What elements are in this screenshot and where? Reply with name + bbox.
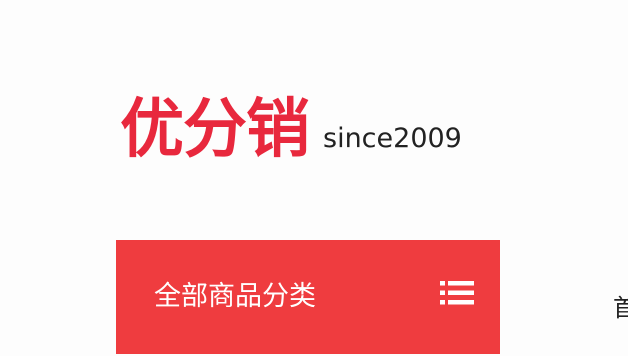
list-icon [440,281,474,305]
logo-tagline: since2009 [323,123,462,154]
site-logo[interactable]: 优分销 since2009 [120,92,462,168]
logo-brand-text: 优分销 [120,93,310,167]
page: { "logo": { "brand": "优分销", "tagline": "… [0,0,628,356]
all-categories-button[interactable]: 全部商品分类 [116,240,500,354]
nav-item-home[interactable]: 首 [613,293,628,323]
all-categories-label: 全部商品分类 [154,280,316,312]
